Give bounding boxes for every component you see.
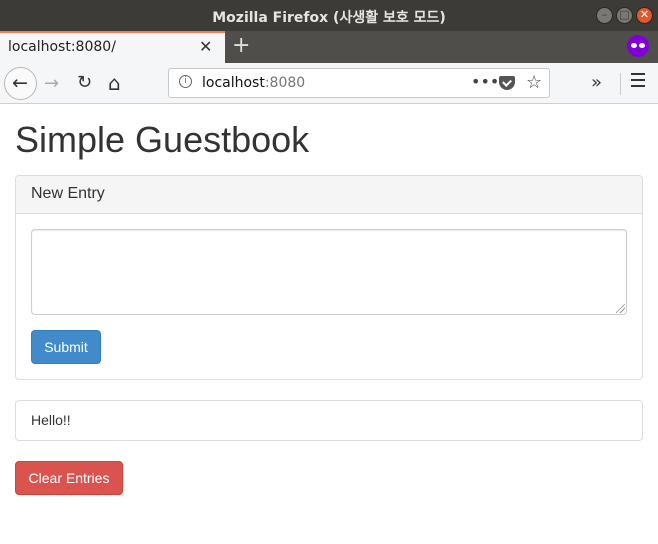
hamburger-menu-icon[interactable]: [631, 73, 645, 87]
back-button[interactable]: ←: [4, 67, 37, 100]
reload-icon[interactable]: ↻: [77, 72, 92, 93]
url-port: :8080: [264, 75, 306, 91]
ellipsis-icon[interactable]: •••: [471, 72, 499, 91]
tab-title: localhost:8080/: [8, 39, 116, 55]
guestbook-entry: Hello!!: [15, 400, 643, 441]
window-titlebar: Mozilla Firefox (사생활 보호 모드) – □ ✕: [0, 0, 658, 31]
minimize-icon: –: [601, 8, 608, 21]
resize-handle-icon[interactable]: [616, 304, 625, 313]
tab-strip: localhost:8080/ ✕ +: [0, 31, 658, 63]
page-title: Simple Guestbook: [15, 119, 310, 160]
home-icon[interactable]: ⌂: [108, 71, 121, 95]
forward-arrow-icon[interactable]: →: [44, 73, 59, 94]
entry-textarea[interactable]: [31, 229, 627, 315]
navigation-toolbar: ← → ↻ ⌂ i localhost:8080 ••• ☆ »: [0, 63, 658, 104]
maximize-icon: □: [619, 8, 630, 21]
window-title: Mozilla Firefox (사생활 보호 모드): [212, 10, 446, 26]
back-arrow-icon: ←: [12, 72, 28, 94]
plus-icon[interactable]: +: [232, 33, 250, 58]
close-icon[interactable]: ✕: [199, 37, 212, 56]
maximize-button[interactable]: □: [616, 7, 633, 24]
private-browsing-mask-icon: [627, 35, 649, 57]
clear-entries-button[interactable]: Clear Entries: [15, 461, 123, 495]
new-entry-panel: New Entry Submit: [15, 175, 643, 380]
page-content: Simple Guestbook New Entry Submit Hello!…: [0, 105, 658, 544]
submit-button[interactable]: Submit: [31, 330, 101, 364]
minimize-button[interactable]: –: [596, 7, 613, 24]
url-text[interactable]: localhost:8080: [202, 75, 305, 91]
close-window-button[interactable]: ✕: [636, 7, 653, 24]
toolbar-divider: [620, 73, 621, 95]
panel-heading: New Entry: [16, 176, 642, 214]
pocket-icon[interactable]: [499, 76, 515, 90]
tab-localhost[interactable]: localhost:8080/ ✕: [0, 31, 225, 63]
url-bar[interactable]: i localhost:8080 ••• ☆: [168, 68, 550, 98]
info-icon[interactable]: i: [179, 75, 192, 88]
close-icon: ✕: [639, 8, 650, 21]
double-chevron-icon[interactable]: »: [591, 72, 602, 93]
star-icon[interactable]: ☆: [526, 72, 542, 93]
url-host: localhost: [202, 75, 265, 91]
